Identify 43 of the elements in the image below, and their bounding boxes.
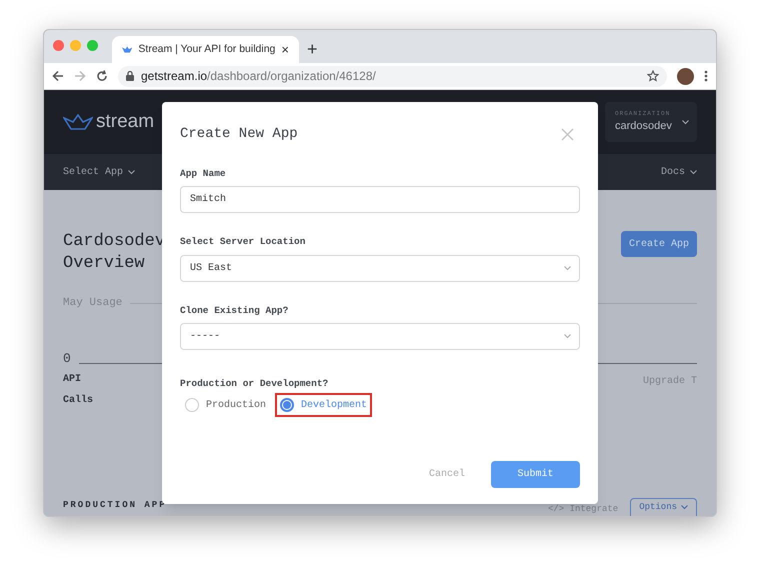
- boat-logo-icon: [63, 114, 93, 130]
- browser-tab[interactable]: Stream | Your API for building ×: [112, 36, 299, 63]
- nav-menu[interactable]: Docs: [660, 164, 697, 180]
- radio-option[interactable]: Production: [180, 393, 272, 417]
- page-title: Cardosodev: [63, 231, 166, 253]
- section-title: PRODUCTION APP: [63, 498, 167, 512]
- usage-unit: Calls: [63, 394, 94, 408]
- address-bar[interactable]: getstream.io/dashboard/organization/46128/: [118, 66, 667, 86]
- usage-unit: API: [63, 373, 82, 387]
- reload-icon[interactable]: [96, 70, 108, 82]
- close-tab-button[interactable]: ×: [281, 43, 289, 56]
- field-label: App Name: [180, 167, 227, 181]
- chevron-down-icon: [681, 505, 688, 510]
- organization-name: cardosodev: [615, 119, 673, 134]
- back-arrow-icon[interactable]: [52, 70, 64, 82]
- avatar-icon[interactable]: [677, 68, 694, 84]
- field-label: Production or Development?: [180, 376, 330, 391]
- usage-label: May Usage: [63, 296, 122, 311]
- menu-icon[interactable]: [704, 70, 708, 82]
- options-button[interactable]: Options: [630, 498, 697, 516]
- logo-text: stream: [96, 110, 154, 134]
- chevron-down-icon: [564, 266, 571, 270]
- url-text: getstream.io/dashboard/organization/46128/: [141, 68, 377, 85]
- select-dropdown[interactable]: US East: [180, 254, 580, 282]
- field-label: Clone Existing App?: [180, 304, 290, 318]
- new-tab-button[interactable]: +: [307, 40, 318, 58]
- chevron-down-icon: [128, 170, 136, 174]
- radio-option[interactable]: Development: [275, 393, 372, 417]
- nav-menu[interactable]: Select App: [63, 164, 136, 180]
- chevron-down-icon: [564, 334, 571, 339]
- star-icon[interactable]: [647, 70, 659, 82]
- select-dropdown[interactable]: -----: [180, 322, 580, 350]
- app-name-input[interactable]: Smitch: [180, 186, 580, 214]
- boat-icon: [122, 46, 132, 54]
- chevron-down-icon: [690, 170, 697, 174]
- page-title: Overview: [63, 253, 146, 275]
- dialog-title: Create New App: [180, 125, 298, 144]
- create-app-button[interactable]: Create App: [620, 231, 697, 257]
- lock-icon: [126, 71, 134, 81]
- usage-value: 0: [63, 350, 71, 368]
- field-label: Select Server Location: [180, 235, 306, 250]
- tab-title: Stream | Your API for building: [138, 42, 276, 57]
- chevron-down-icon: [682, 120, 689, 124]
